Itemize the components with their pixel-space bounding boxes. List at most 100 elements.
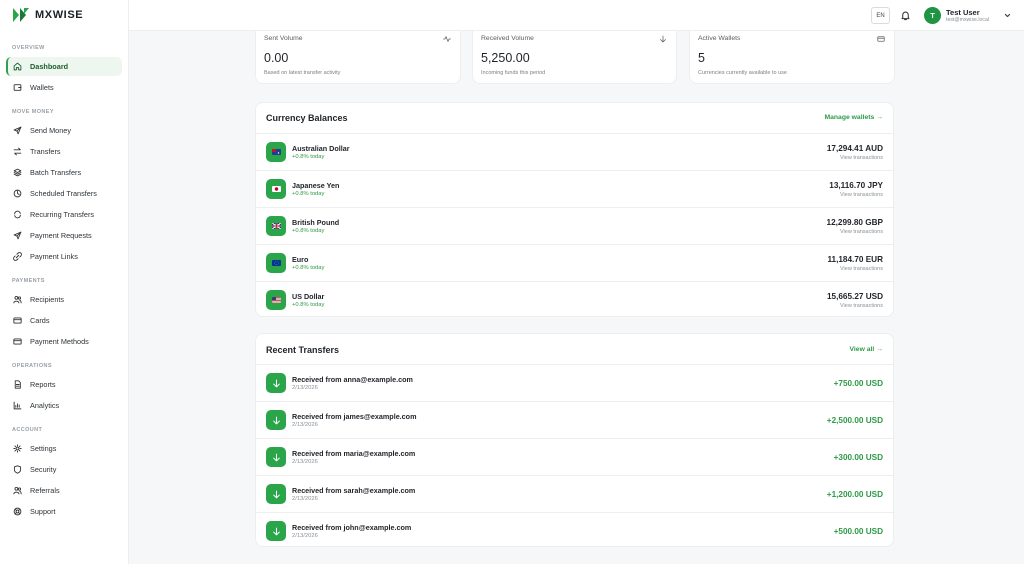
sidebar-item-label: Batch Transfers <box>30 168 82 177</box>
transfer-row[interactable]: Received from sarah@example.com 2/13/202… <box>256 476 893 513</box>
bar-chart-icon <box>13 401 22 410</box>
sidebar-item-batch-transfers[interactable]: Batch Transfers <box>6 163 122 182</box>
balance-row-aud[interactable]: Australian Dollar +0.8% today 17,294.41 … <box>256 134 893 171</box>
view-transactions-link[interactable]: View transactions <box>840 192 883 198</box>
users-icon <box>13 486 22 495</box>
stat-card-active-wallets: Active Wallets 5 Currencies currently av… <box>689 31 895 84</box>
sidebar-item-send-money[interactable]: Send Money <box>6 121 122 140</box>
transfer-amount: +750.00 USD <box>833 379 883 388</box>
flag-gb-icon <box>271 223 281 229</box>
arrow-down-icon <box>272 490 280 498</box>
transfer-badge <box>266 521 286 541</box>
transfer-row[interactable]: Received from james@example.com 2/13/202… <box>256 402 893 439</box>
sidebar-item-label: Payment Links <box>30 252 78 261</box>
sidebar-item-label: Wallets <box>30 83 54 92</box>
users-icon <box>13 295 22 304</box>
sidebar-item-label: Send Money <box>30 126 71 135</box>
sidebar-item-scheduled-transfers[interactable]: Scheduled Transfers <box>6 184 122 203</box>
sidebar-item-referrals[interactable]: Referrals <box>6 481 122 500</box>
flag-au-icon <box>271 149 281 155</box>
nav-section-label: MOVE MONEY <box>12 109 54 115</box>
swap-icon <box>13 147 22 156</box>
view-transactions-link[interactable]: View transactions <box>840 266 883 272</box>
link-icon <box>13 252 22 261</box>
avatar[interactable]: T <box>924 7 941 24</box>
brand-logo[interactable]: MXWISE <box>12 6 83 24</box>
user-name[interactable]: Test User <box>946 8 980 17</box>
transfer-label: Received from john@example.com <box>292 523 412 532</box>
transfer-date: 2/13/2026 <box>292 422 318 428</box>
wallet-icon <box>13 84 22 91</box>
currency-amount: 12,299.80 GBP <box>826 218 883 227</box>
transfer-amount: +500.00 USD <box>833 527 883 536</box>
sidebar-item-label: Security <box>30 465 57 474</box>
view-transactions-link[interactable]: View transactions <box>840 155 883 161</box>
transfer-label: Received from sarah@example.com <box>292 486 416 495</box>
sidebar-item-label: Payment Methods <box>30 337 89 346</box>
sidebar-item-settings[interactable]: Settings <box>6 439 122 458</box>
balance-row-jpy[interactable]: Japanese Yen +0.8% today 13,116.70 JPY V… <box>256 171 893 208</box>
transfer-row[interactable]: Received from anna@example.com 2/13/2026… <box>256 365 893 402</box>
language-button[interactable]: EN <box>871 7 890 24</box>
currency-badge <box>266 253 286 273</box>
nav-section-label: OPERATIONS <box>12 363 52 369</box>
stat-title: Active Wallets <box>698 35 741 42</box>
currency-badge <box>266 290 286 310</box>
chevron-down-icon[interactable] <box>1004 12 1011 19</box>
sidebar-item-analytics[interactable]: Analytics <box>6 396 122 415</box>
currency-balances-panel: Currency Balances Manage wallets → Austr… <box>255 102 894 317</box>
sidebar-item-recurring-transfers[interactable]: Recurring Transfers <box>6 205 122 224</box>
currency-amount: 17,294.41 AUD <box>826 144 883 153</box>
currency-badge <box>266 216 286 236</box>
sidebar-item-wallets[interactable]: Wallets <box>6 78 122 97</box>
panel-header: Recent Transfers View all → <box>256 334 893 365</box>
currency-change: +0.8% today <box>292 191 325 197</box>
sidebar-item-transfers[interactable]: Transfers <box>6 142 122 161</box>
nav-section-label: ACCOUNT <box>12 427 43 433</box>
flag-us-icon <box>271 297 281 303</box>
sidebar-item-dashboard[interactable]: Dashboard <box>6 57 122 76</box>
view-transactions-link[interactable]: View transactions <box>840 303 883 309</box>
layers-icon <box>13 168 22 177</box>
recent-transfers-panel: Recent Transfers View all → Received fro… <box>255 333 894 547</box>
sidebar-item-cards[interactable]: Cards <box>6 311 122 330</box>
currency-name: Australian Dollar <box>292 144 350 153</box>
stat-value: 0.00 <box>264 51 289 65</box>
transfer-badge <box>266 410 286 430</box>
currency-name: Japanese Yen <box>292 181 340 190</box>
balance-row-eur[interactable]: Euro +0.8% today 11,184.70 EUR View tran… <box>256 245 893 282</box>
arrow-down-icon <box>272 416 280 424</box>
transfer-label: Received from maria@example.com <box>292 449 416 458</box>
view-transactions-link[interactable]: View transactions <box>840 229 883 235</box>
nav-section-label: PAYMENTS <box>12 278 45 284</box>
bell-icon[interactable] <box>900 10 911 21</box>
manage-wallets-link[interactable]: Manage wallets → <box>824 114 883 121</box>
clock-icon <box>13 189 22 198</box>
sidebar-item-support[interactable]: Support <box>6 502 122 521</box>
currency-name: British Pound <box>292 218 340 227</box>
sidebar-item-label: Reports <box>30 380 56 389</box>
sidebar-item-reports[interactable]: Reports <box>6 375 122 394</box>
transfer-row[interactable]: Received from john@example.com 2/13/2026… <box>256 513 893 546</box>
sidebar-item-label: Cards <box>30 316 50 325</box>
view-all-link[interactable]: View all → <box>850 346 884 353</box>
sidebar-item-recipients[interactable]: Recipients <box>6 290 122 309</box>
transfer-row[interactable]: Received from maria@example.com 2/13/202… <box>256 439 893 476</box>
transfer-date: 2/13/2026 <box>292 385 318 391</box>
sidebar-item-payment-links[interactable]: Payment Links <box>6 247 122 266</box>
sidebar: MXWISE OVERVIEW Dashboard Wallets MOVE M… <box>0 0 129 564</box>
sidebar-item-security[interactable]: Security <box>6 460 122 479</box>
stat-card-received-volume: Received Volume 5,250.00 Incoming funds … <box>472 31 677 84</box>
sidebar-item-payment-methods[interactable]: Payment Methods <box>6 332 122 351</box>
balance-row-usd[interactable]: US Dollar +0.8% today 15,665.27 USD View… <box>256 282 893 316</box>
repeat-icon <box>14 210 21 219</box>
transfer-amount: +2,500.00 USD <box>826 416 883 425</box>
sidebar-item-label: Recurring Transfers <box>30 210 95 219</box>
sidebar-item-label: Recipients <box>30 295 65 304</box>
send-icon <box>13 231 22 240</box>
sidebar-item-label: Support <box>30 507 56 516</box>
sidebar-item-payment-requests[interactable]: Payment Requests <box>6 226 122 245</box>
logo-icon <box>13 8 29 22</box>
balance-row-gbp[interactable]: British Pound +0.8% today 12,299.80 GBP … <box>256 208 893 245</box>
stat-title: Received Volume <box>481 35 534 42</box>
